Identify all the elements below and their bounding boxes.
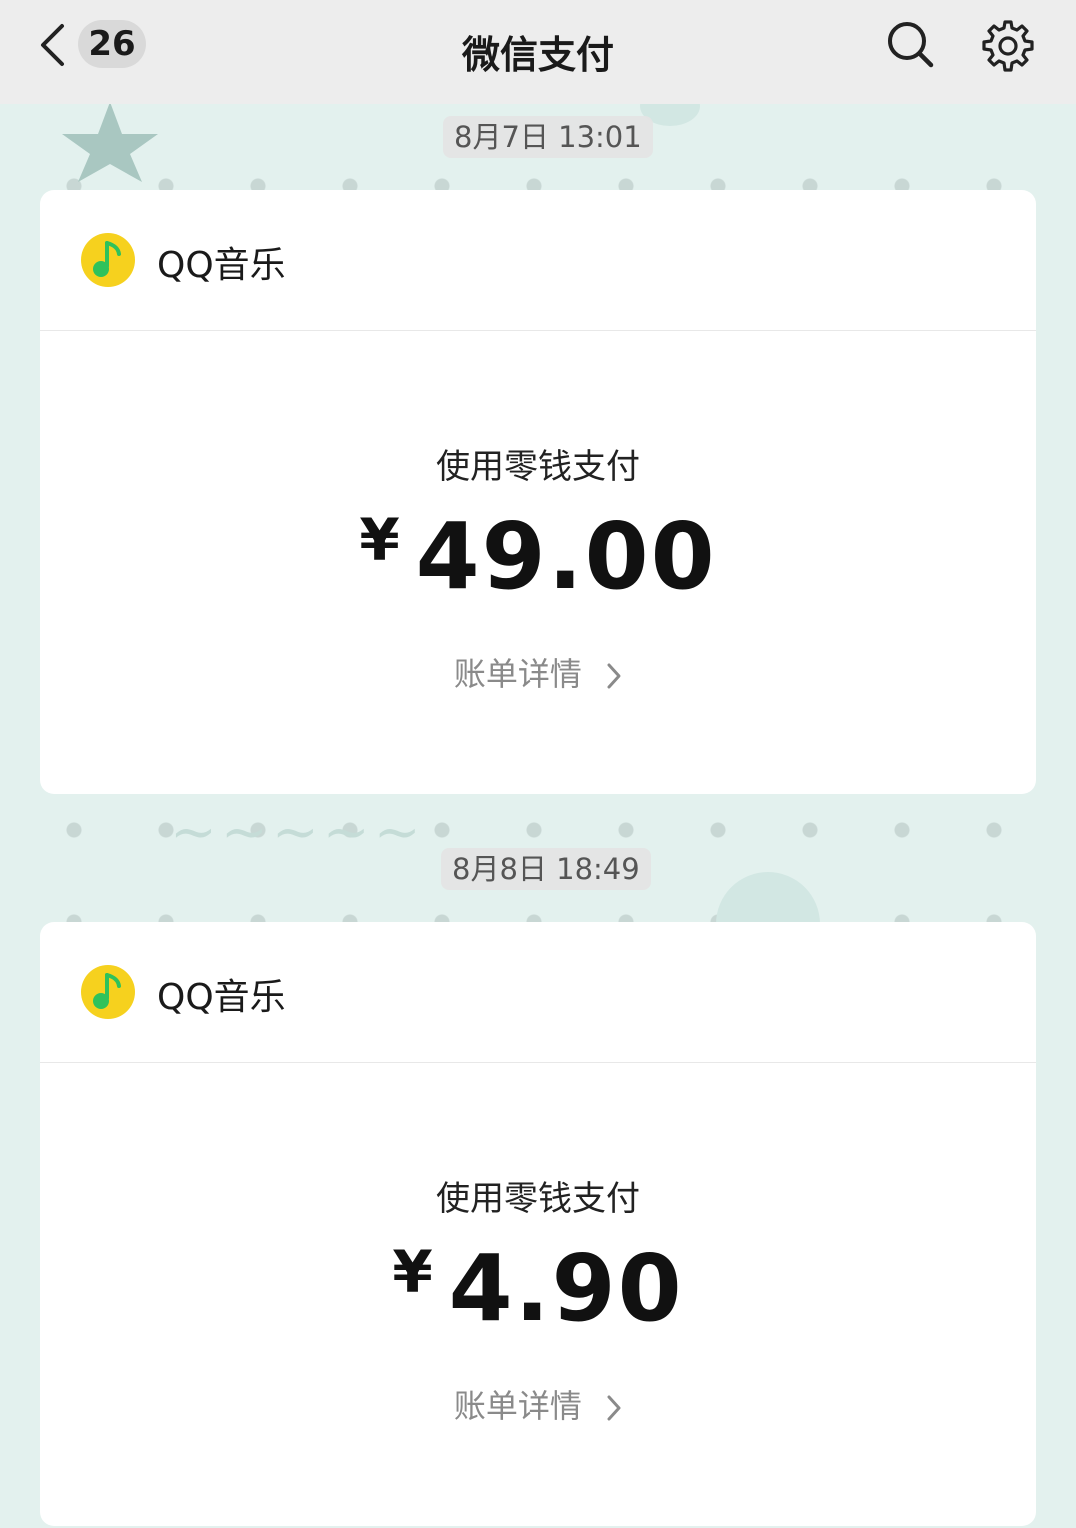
bill-details-link[interactable]: 账单详情 [40, 649, 1036, 695]
payment-amount: ¥4.90 [40, 1235, 1036, 1342]
gear-icon[interactable] [980, 18, 1036, 74]
star-decoration [62, 102, 158, 182]
chevron-right-icon [607, 1395, 621, 1421]
app-name: QQ音乐 [157, 245, 286, 286]
payment-card[interactable]: QQ音乐 使用零钱支付 ¥4.90 账单详情 [40, 922, 1036, 1526]
bill-details-label: 账单详情 [453, 1387, 582, 1425]
chevron-right-icon [607, 663, 621, 689]
currency-symbol: ¥ [392, 1238, 433, 1306]
bill-details-link[interactable]: 账单详情 [40, 1381, 1036, 1427]
qq-music-logo-icon [81, 965, 135, 1019]
payment-card[interactable]: QQ音乐 使用零钱支付 ¥49.00 账单详情 [40, 190, 1036, 794]
amount-value: 4.90 [448, 1235, 684, 1342]
message-timestamp: 8月8日 18:49 [441, 848, 651, 890]
card-header: QQ音乐 [40, 190, 1036, 331]
wallpaper-script-decoration: ~~~~~ [170, 800, 425, 865]
message-timestamp: 8月7日 13:01 [443, 116, 653, 158]
payment-method: 使用零钱支付 [436, 1179, 640, 1219]
payment-amount: ¥49.00 [40, 503, 1036, 610]
bill-details-label: 账单详情 [453, 655, 582, 693]
navigation-bar: 26 微信支付 [0, 0, 1076, 104]
currency-symbol: ¥ [359, 506, 400, 574]
amount-value: 49.00 [415, 503, 717, 610]
search-icon[interactable] [884, 18, 936, 70]
card-header: QQ音乐 [40, 922, 1036, 1063]
payment-method: 使用零钱支付 [436, 447, 640, 487]
qq-music-logo-icon [81, 233, 135, 287]
app-name: QQ音乐 [157, 977, 286, 1018]
